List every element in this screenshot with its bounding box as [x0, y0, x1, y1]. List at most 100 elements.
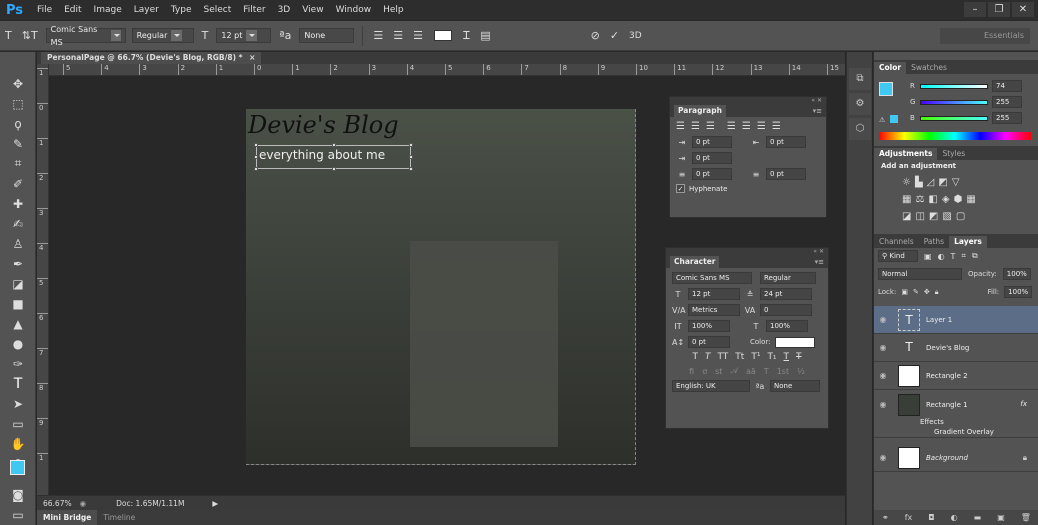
blog-subtitle-text[interactable]: everything about me	[259, 148, 385, 162]
justify-center-icon[interactable]: ☰	[742, 121, 751, 132]
history-brush-tool-icon[interactable]: ✒	[3, 254, 33, 273]
status-menu-icon[interactable]: ▶	[212, 499, 218, 508]
hyphenate-checkbox[interactable]: ✓	[676, 184, 685, 193]
visibility-eye-icon[interactable]: ◉	[874, 453, 892, 462]
hue-sat-icon[interactable]: ▦	[902, 194, 915, 205]
brightness-icon[interactable]: ☼	[902, 177, 915, 188]
tab-adjustments[interactable]: Adjustments	[874, 148, 938, 160]
gradient-map-icon[interactable]: ▧	[942, 211, 955, 222]
visibility-eye-icon[interactable]: ◉	[874, 400, 892, 409]
text-color-swatch[interactable]	[433, 30, 452, 41]
document-tab[interactable]: PersonalPage @ 66.7% (Devie's Blog, RGB/…	[41, 52, 262, 64]
selective-color-icon[interactable]: ▢	[956, 211, 969, 222]
layer-filter-kind[interactable]: ⚲ Kind	[878, 250, 918, 262]
underline-icon[interactable]: T	[784, 352, 790, 362]
character-antialias-select[interactable]: None	[770, 380, 820, 392]
menu-layer[interactable]: Layer	[128, 5, 165, 15]
eyedropper-tool-icon[interactable]: ✐	[3, 174, 33, 193]
hand-tool-icon[interactable]: ✋	[3, 434, 33, 453]
character-tab[interactable]: Character	[670, 256, 720, 268]
tab-styles[interactable]: Styles	[937, 148, 970, 160]
space-after-field[interactable]: 0 pt	[766, 168, 806, 180]
transform-handle[interactable]	[409, 143, 413, 147]
alternates-icon[interactable]: 𝒜	[730, 366, 738, 376]
panel-collapse-icon[interactable]: « ✕	[666, 248, 828, 256]
menu-select[interactable]: Select	[198, 5, 238, 15]
rectangle-2-shape[interactable]	[410, 241, 558, 447]
opacity-field[interactable]: 100%	[1002, 268, 1031, 280]
mode-3d-button[interactable]: 3D	[629, 31, 642, 41]
filter-pixel-icon[interactable]: ▣	[924, 252, 932, 261]
channel-mixer-icon[interactable]: ⬢	[954, 194, 967, 205]
faux-italic-icon[interactable]: T	[705, 352, 711, 362]
text-bounding-box[interactable]: everything about me	[254, 143, 413, 171]
fill-field[interactable]: 100%	[1004, 286, 1033, 298]
paragraph-tab[interactable]: Paragraph	[674, 105, 726, 117]
shape-tool-icon[interactable]: ▭	[3, 414, 33, 433]
gradient-tool-icon[interactable]: ■	[3, 294, 33, 313]
share-icon[interactable]: ◉	[80, 499, 87, 508]
screen-mode-icon[interactable]: ▭	[3, 505, 33, 524]
blue-value[interactable]: 255	[992, 112, 1022, 124]
filter-adjustment-icon[interactable]: ◐	[938, 252, 945, 261]
restore-icon[interactable]: ❐	[988, 2, 1010, 17]
fractions-icon[interactable]: ½	[797, 367, 805, 376]
indent-first-field[interactable]: 0 pt	[692, 152, 732, 164]
visibility-eye-icon[interactable]: ◉	[874, 343, 892, 352]
ordinals-icon[interactable]: T	[764, 367, 769, 376]
character-baseline-field[interactable]: 0 pt	[688, 336, 730, 348]
marquee-tool-icon[interactable]: ⬚	[3, 94, 33, 113]
character-color-swatch[interactable]	[774, 336, 815, 348]
workspace-select[interactable]: Essentials	[940, 28, 1030, 44]
character-font-style[interactable]: Regular	[760, 272, 816, 284]
brush-tool-icon[interactable]: ✍	[3, 214, 33, 233]
warp-text-icon[interactable]: Ꮖ	[463, 29, 470, 43]
subscript-icon[interactable]: T₁	[767, 352, 776, 362]
3d-icon[interactable]: ⬡	[849, 118, 871, 140]
quick-select-tool-icon[interactable]: ✎	[3, 134, 33, 153]
color-balance-icon[interactable]: ⚖	[915, 194, 928, 205]
exposure-icon[interactable]: ◩	[938, 177, 951, 188]
tab-channels[interactable]: Channels	[874, 236, 919, 248]
font-family-select[interactable]: Comic Sans MS	[45, 25, 126, 47]
folder-icon[interactable]: ▬	[974, 513, 982, 522]
justify-right-icon[interactable]: ☰	[757, 121, 766, 132]
panels-toggle-icon[interactable]: ▤	[480, 29, 490, 42]
filter-shape-icon[interactable]: ⌗	[961, 251, 966, 261]
menu-file[interactable]: File	[31, 5, 58, 15]
st-icon[interactable]: 1st	[777, 367, 789, 376]
cancel-icon[interactable]: ⊘	[591, 29, 600, 42]
path-select-tool-icon[interactable]: ➤	[3, 394, 33, 413]
transform-handle[interactable]	[254, 155, 258, 159]
character-size-field[interactable]: 12 pt	[688, 288, 740, 300]
eraser-tool-icon[interactable]: ◪	[3, 274, 33, 293]
lasso-tool-icon[interactable]: ϙ	[3, 114, 33, 133]
swash-icon[interactable]: st	[715, 367, 722, 376]
foreground-color-swatch[interactable]	[10, 460, 25, 475]
vibrance-icon[interactable]: ▽	[952, 177, 964, 188]
transform-handle[interactable]	[332, 143, 336, 147]
layer-row[interactable]: ◉ Rectangle 1 fx Effects Gradient Overla…	[874, 390, 1038, 438]
filter-type-icon[interactable]: T	[951, 252, 956, 261]
warning-icon[interactable]: ⚠	[879, 116, 885, 124]
dodge-tool-icon[interactable]: ●	[3, 334, 33, 353]
menu-filter[interactable]: Filter	[237, 5, 271, 15]
stamp-tool-icon[interactable]: ♙	[3, 234, 33, 253]
character-font-family[interactable]: Comic Sans MS	[672, 272, 752, 284]
strikethrough-icon[interactable]: T	[796, 352, 802, 362]
close-tab-icon[interactable]: ×	[249, 53, 255, 62]
faux-bold-icon[interactable]: T	[692, 352, 698, 362]
transform-handle[interactable]	[254, 167, 258, 171]
fx-icon[interactable]: fx	[905, 513, 913, 522]
color-spectrum-bar[interactable]	[879, 132, 1031, 140]
align-right-icon[interactable]: ☰	[706, 121, 715, 132]
indent-left-field[interactable]: 0 pt	[692, 136, 732, 148]
menu-type[interactable]: Type	[165, 5, 198, 15]
character-tracking-field[interactable]: 0	[760, 304, 812, 316]
move-tool-icon[interactable]: ✥	[3, 74, 33, 93]
panel-menu-icon[interactable]: ▾≡	[815, 258, 824, 266]
close-icon[interactable]: ✕	[1012, 2, 1034, 17]
space-before-field[interactable]: 0 pt	[692, 168, 732, 180]
lock-move-icon[interactable]: ✥	[924, 288, 930, 296]
commit-icon[interactable]: ✓	[610, 29, 619, 42]
